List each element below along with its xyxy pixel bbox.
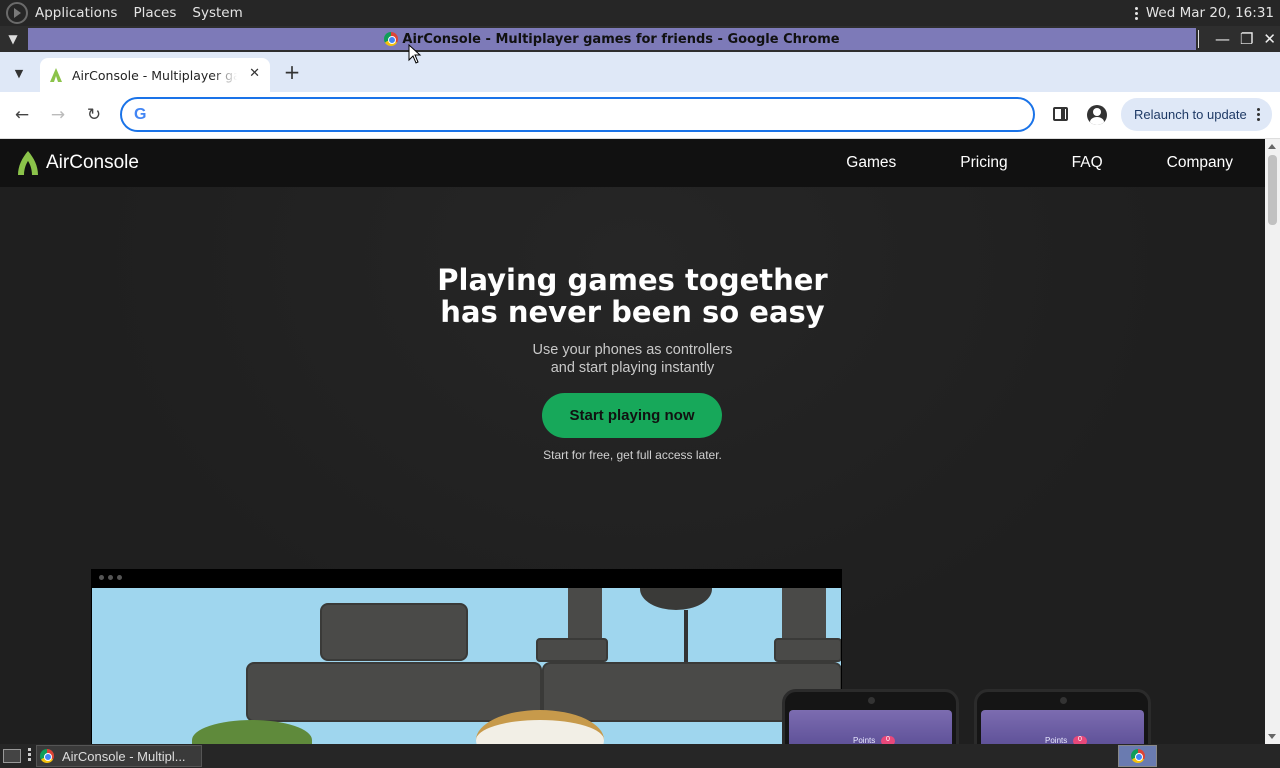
phone-controller-1: Points 0 <box>782 689 959 744</box>
menu-system[interactable]: System <box>192 5 242 21</box>
tab-close-icon[interactable]: ✕ <box>249 66 260 81</box>
show-desktop-icon[interactable] <box>3 749 21 763</box>
phone-screen: Points 0 <box>789 710 952 744</box>
phone-points-label: Points <box>1045 736 1068 744</box>
game-ball <box>640 588 712 610</box>
chrome-menu-icon[interactable] <box>1257 108 1260 121</box>
phone-points-badge: 0 <box>881 736 895 744</box>
chrome-logo-icon <box>384 32 399 46</box>
system-menu: Applications Places System <box>35 5 243 21</box>
maximize-button[interactable]: ❐ <box>1240 30 1253 48</box>
tab-search-button[interactable]: ▼ <box>8 62 30 84</box>
address-input[interactable] <box>156 106 1007 123</box>
hero-subtitle: Use your phones as controllers and start… <box>0 341 1265 377</box>
forward-button[interactable]: → <box>47 104 69 126</box>
back-button[interactable]: ← <box>11 104 33 126</box>
web-page: AirConsole Games Pricing FAQ Company Pla… <box>0 139 1265 744</box>
window-title-text: AirConsole - Multiplayer games for frien… <box>402 31 840 47</box>
reload-button[interactable]: ↻ <box>83 104 105 126</box>
workspace-switcher[interactable] <box>1118 745 1157 767</box>
phone-screen: Points 0 <box>981 710 1144 744</box>
system-top-panel: Applications Places System Wed Mar 20, 1… <box>0 0 1280 26</box>
nav-faq[interactable]: FAQ <box>1072 154 1103 172</box>
game-block <box>536 638 608 662</box>
start-playing-button[interactable]: Start playing now <box>542 393 722 438</box>
game-preview-screen <box>92 588 841 744</box>
phone-camera <box>867 697 875 704</box>
phone-points-label: Points <box>853 736 876 744</box>
hero-line-1: Playing games together <box>437 263 828 297</box>
tab-title: AirConsole - Multiplayer games for frien… <box>72 67 237 83</box>
browser-toolbar: ← → ↻ G Relaunch to update <box>0 92 1280 139</box>
nav-games[interactable]: Games <box>846 154 896 172</box>
menu-applications[interactable]: Applications <box>35 5 117 21</box>
new-tab-button[interactable]: + <box>282 60 302 84</box>
relaunch-label: Relaunch to update <box>1134 107 1247 122</box>
address-bar[interactable]: G <box>120 97 1035 132</box>
taskbar-grip-icon <box>28 748 31 761</box>
profile-icon[interactable] <box>1087 105 1107 125</box>
phone-camera <box>1059 697 1067 704</box>
google-logo-icon: G <box>134 105 147 123</box>
scroll-up-arrow-icon[interactable] <box>1268 144 1276 149</box>
site-nav: Games Pricing FAQ Company <box>846 139 1233 187</box>
hero-sub-line-2: and start playing instantly <box>550 360 715 376</box>
game-rope <box>684 610 688 662</box>
game-bush <box>192 720 312 744</box>
scroll-down-arrow-icon[interactable] <box>1268 734 1276 739</box>
tab-strip: ▼ AirConsole - Multiplayer games for fri… <box>0 52 1280 92</box>
relaunch-button[interactable]: Relaunch to update <box>1121 98 1272 131</box>
airconsole-logo[interactable]: AirConsole <box>16 150 139 176</box>
chrome-logo-icon <box>40 749 54 763</box>
side-panel-icon[interactable] <box>1053 107 1068 121</box>
tab-airconsole[interactable]: AirConsole - Multiplayer games for frien… <box>40 58 270 92</box>
chrome-logo-icon <box>1130 749 1145 763</box>
window-controls: — ❐ ✕ <box>1197 26 1276 52</box>
bottom-taskbar: AirConsole - Multipl... <box>0 744 1280 768</box>
scrollbar-thumb[interactable] <box>1268 155 1277 225</box>
phone-controller-2: Points 0 <box>974 689 1151 744</box>
window-menu-chevron-icon[interactable]: ▼ <box>0 26 26 52</box>
game-block <box>320 603 468 661</box>
nav-company[interactable]: Company <box>1167 154 1233 172</box>
distro-logo-icon[interactable] <box>6 2 28 24</box>
clock[interactable]: Wed Mar 20, 16:31 <box>1146 5 1274 21</box>
taskbar-chrome-window[interactable]: AirConsole - Multipl... <box>36 745 202 767</box>
game-block <box>774 638 841 662</box>
hero-sub-line-1: Use your phones as controllers <box>532 342 733 358</box>
game-preview-window <box>91 569 842 744</box>
airconsole-favicon-icon <box>50 68 62 82</box>
page-scrollbar[interactable] <box>1265 139 1280 744</box>
window-title-bar: ▼ AirConsole - Multiplayer games for fri… <box>0 26 1280 52</box>
cta-note: Start for free, get full access later. <box>543 448 722 462</box>
game-pillar <box>568 588 602 638</box>
phone-points-badge: 0 <box>1073 736 1087 744</box>
title-separator <box>1197 30 1199 48</box>
nav-pricing[interactable]: Pricing <box>960 154 1007 172</box>
brand-name: AirConsole <box>46 152 139 173</box>
site-header: AirConsole Games Pricing FAQ Company <box>0 139 1265 187</box>
minimize-button[interactable]: — <box>1215 30 1230 48</box>
hero-headline: Playing games together has never been so… <box>0 264 1265 328</box>
window-title[interactable]: AirConsole - Multiplayer games for frien… <box>28 28 1196 50</box>
system-tray: Wed Mar 20, 16:31 <box>1134 0 1274 26</box>
tray-handle-icon[interactable] <box>1134 6 1138 20</box>
game-block <box>246 662 542 722</box>
taskbar-window-title: AirConsole - Multipl... <box>62 748 186 764</box>
close-button[interactable]: ✕ <box>1263 30 1276 48</box>
hero-line-2: has never been so easy <box>440 295 825 329</box>
menu-places[interactable]: Places <box>133 5 176 21</box>
game-pillar <box>782 588 826 638</box>
airconsole-logo-icon <box>18 151 38 175</box>
mouse-cursor-icon <box>408 44 422 64</box>
preview-window-dots <box>99 575 122 580</box>
